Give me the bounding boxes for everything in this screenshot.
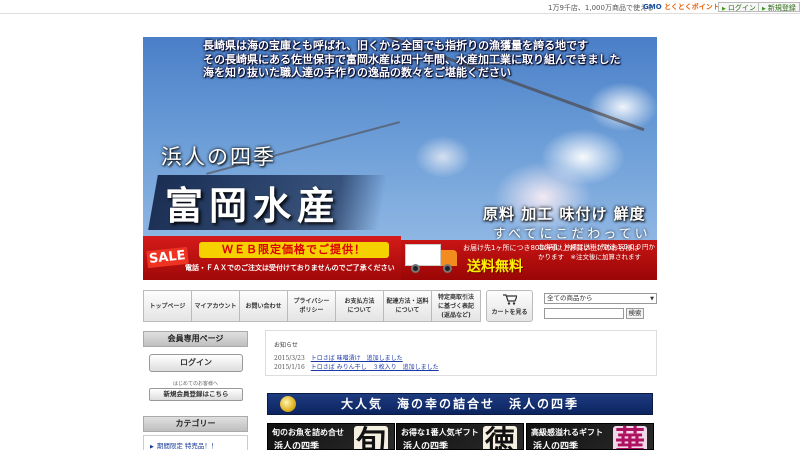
cart-label: カートを見る [491,309,528,316]
new-customer-note: はじめてのお客様へ [172,381,218,387]
news-title: お知らせ [274,342,298,349]
search-input[interactable] [544,308,624,319]
news-link[interactable]: トロさば 味噌漬け 追加しました [311,355,403,362]
gift-card-toku[interactable]: お得な1番人気ギフト 浜人の四季 徳 [396,423,524,450]
gift-title: 旬のお魚を詰め合せ [272,427,344,437]
featured-gift-banner[interactable]: 大人気 海の幸の詰合せ 浜人の四季 [267,393,653,415]
gift-kanji-mark: 華 [613,426,647,449]
nav-my-account[interactable]: マイアカウント [192,291,240,321]
gift-card-hana[interactable]: 高級感溢れるギフト 浜人の四季 華 [526,423,654,450]
nav-delivery[interactable]: 配達方法・送料 について [384,291,432,321]
search-button[interactable]: 検索 [626,308,644,319]
gift-subtitle: 浜人の四季 [533,442,579,450]
hero-intro-text: 長崎県は海の宝庫とも呼ばれ、旧くから全国でも指折りの漁獲量を誇る地です その長崎… [203,39,621,79]
gmo-point-logo: GMO とくとくポイント [643,3,720,11]
phone-order-note: 電話・ＦＡＸでのご注文は受付けておりませんのでご了承ください [185,264,395,272]
gift-title: お得な1番人気ギフト [401,427,479,437]
top-register-button[interactable]: 新規登録 [758,2,800,12]
cart-icon [502,294,517,305]
web-price-label: ＷＥＢ限定価格でご提供！ [199,242,389,258]
news-row: 2015/3/23 トロさば 味噌漬け 追加しました [274,353,403,362]
banner-title: 大人気 海の幸の詰合せ 浜人の四季 [340,397,579,411]
free-shipping-label: 送料無料 [467,259,523,275]
hero-slogan: 原料 加工 味付け 鮮度 [483,205,646,223]
medal-icon [280,396,296,412]
truck-icon [405,244,457,274]
nav-payment[interactable]: お支払方法 について [336,291,384,321]
nav-top-page[interactable]: トップページ [144,291,192,321]
gift-kanji-mark: 旬 [354,426,388,449]
main-nav: トップページ マイアカウント お問い合わせ プライバシー ポリシー お支払方法 … [143,290,481,322]
register-button[interactable]: 新規会員登録はこちら [149,388,243,401]
top-login-button[interactable]: ログイン [718,2,760,12]
top-bar: 1万9千店、1,000万商品で使える GMO とくとくポイント ログイン 新規登… [0,0,800,14]
news-row: 2015/1/16 トロさば みりん干し ３枚入り 追加しました [274,362,439,371]
company-name-logo: 富岡水産 [165,183,342,228]
login-button[interactable]: ログイン [149,354,243,372]
shipping-extra-note: 北海道・沖縄は送料が別途１０００円かかります ※注文後に加算されます [538,243,655,261]
gift-title: 高級感溢れるギフト [531,427,603,437]
cart-button[interactable]: カートを見る [486,290,533,322]
news-date: 2015/3/23 [274,355,305,362]
news-link[interactable]: トロさば みりん干し ３枚入り 追加しました [311,364,439,371]
gift-kanji-mark: 徳 [483,426,517,449]
search-category-select[interactable]: 全ての商品から [544,293,657,304]
hero-banner: 長崎県は海の宝庫とも呼ばれ、旧くから全国でも指折りの漁獲量を誇る地です その長崎… [143,37,657,280]
point-service-note: 1万9千店、1,000万商品で使える [548,4,654,12]
news-date: 2015/1/16 [274,364,305,371]
gift-subtitle: 浜人の四季 [403,442,449,450]
nav-privacy-policy[interactable]: プライバシー ポリシー [288,291,336,321]
gift-card-shun[interactable]: 旬のお魚を詰め合せ 浜人の四季 旬 [267,423,395,450]
nav-contact[interactable]: お問い合わせ [240,291,288,321]
category-item[interactable]: 期間限定 特売品！！ [143,435,248,450]
hero-season-text: 浜人の四季 [161,145,276,169]
member-page-heading: 会員専用ページ [143,331,248,347]
news-panel: お知らせ 2015/3/23 トロさば 味噌漬け 追加しました 2015/1/16… [265,330,657,376]
category-heading: カテゴリー [143,416,248,432]
gift-subtitle: 浜人の四季 [274,442,320,450]
nav-legal-notice[interactable]: 特定商取引法 に基づく表記 (返品など) [432,291,480,321]
